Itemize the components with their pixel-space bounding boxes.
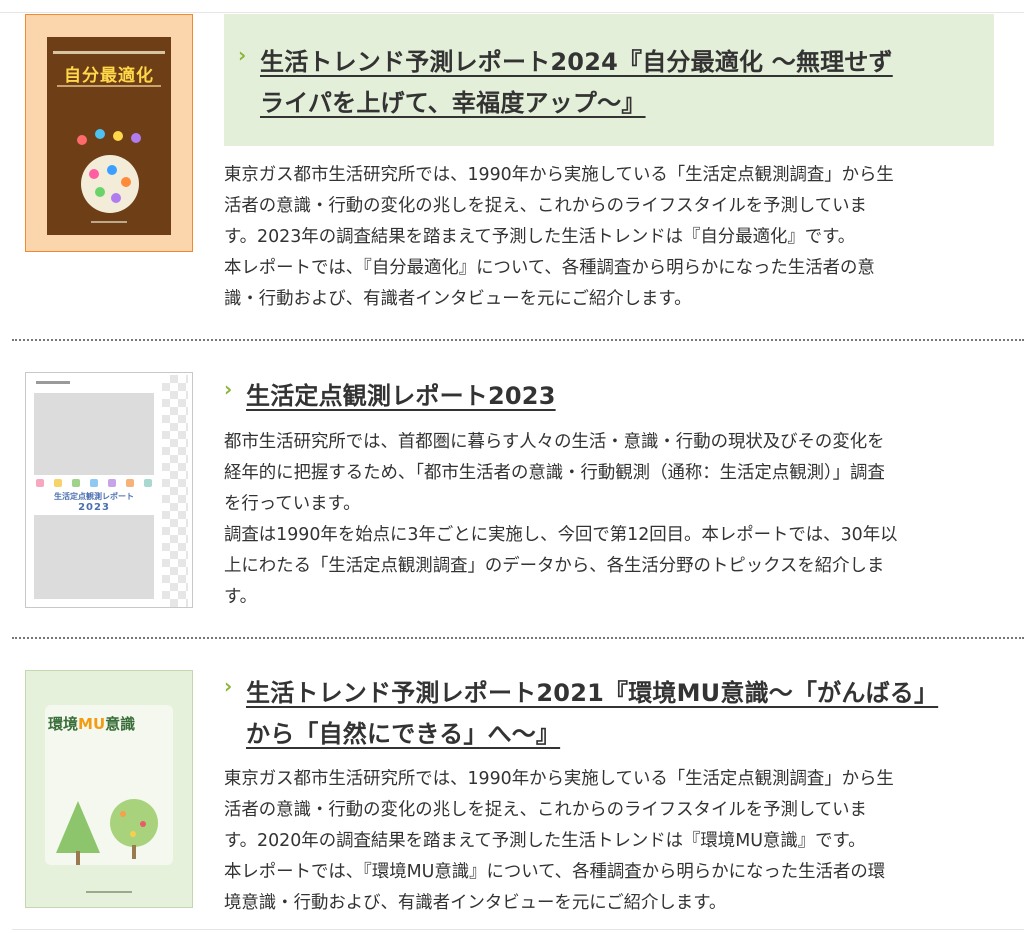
cover-label-a: 環境 bbox=[48, 715, 79, 733]
title-block: › 生活定点観測レポート2023 bbox=[224, 376, 994, 417]
report-description: 東京ガス都市生活研究所では、1990年から実施している「生活定点観測調査」から生… bbox=[224, 764, 996, 919]
cover-icon bbox=[54, 479, 62, 487]
cover-title-text: 生活定点観測レポート bbox=[54, 492, 134, 501]
report-cover-2024[interactable]: 自分最適化 bbox=[25, 14, 193, 252]
title-wrap: › 生活定点観測レポート2023 bbox=[224, 376, 994, 417]
bottom-rule bbox=[12, 929, 1024, 930]
globe-shape bbox=[107, 165, 117, 175]
report-title-link[interactable]: 生活トレンド予測レポート2024『自分最適化 〜無理せず ライパを上げて、幸福度… bbox=[260, 42, 994, 124]
cover-subline bbox=[57, 85, 161, 87]
cover-publisher bbox=[91, 221, 127, 223]
desc-line: す。 bbox=[224, 587, 258, 607]
cover-label-mu: MU bbox=[78, 715, 106, 733]
desc-line: 調査は1990年を始点に3年ごとに実施し、今回で第12回目。本レポートでは、30… bbox=[224, 525, 898, 545]
title-line-1[interactable]: 生活定点観測レポート2023 bbox=[246, 382, 556, 410]
cover-icon-row bbox=[36, 479, 152, 489]
globe-shape bbox=[121, 177, 131, 187]
desc-line: 上にわたる「生活定点観測調査」のデータから、各生活分野のトピックスを紹介しま bbox=[224, 556, 885, 576]
cover-figure-dot bbox=[95, 129, 105, 139]
title-line-1[interactable]: 生活トレンド予測レポート2024『自分最適化 〜無理せず bbox=[260, 48, 893, 76]
cover-icon bbox=[126, 479, 134, 487]
report-cover-2023[interactable]: 生活定点観測レポート 2023 bbox=[25, 372, 193, 608]
cover-icon bbox=[72, 479, 80, 487]
dotted-divider bbox=[12, 339, 1024, 341]
cover-icon bbox=[90, 479, 98, 487]
globe-shape bbox=[95, 187, 105, 197]
chevron-right-icon: › bbox=[224, 377, 233, 401]
desc-line: 活者の意識・行動の変化の兆しを捉え、これからのライフスタイルを予測していま bbox=[224, 196, 867, 216]
cover-title: 生活定点観測レポート 2023 bbox=[34, 491, 154, 513]
title-block: › 生活トレンド予測レポート2021『環境MU意識〜「がんばる」 から「自然にで… bbox=[224, 673, 994, 755]
cover-figure-dot bbox=[77, 135, 87, 145]
report-title-link[interactable]: 生活定点観測レポート2023 bbox=[246, 376, 994, 417]
cover-icon bbox=[144, 479, 152, 487]
cover-figure-dot bbox=[113, 131, 123, 141]
title-wrap: › 生活トレンド予測レポート2024『自分最適化 〜無理せず ライパを上げて、幸… bbox=[238, 42, 994, 124]
top-rule bbox=[0, 12, 1024, 13]
cover-kicker-bar bbox=[53, 51, 165, 54]
desc-line: を行っています。 bbox=[224, 494, 361, 514]
desc-line: 識・行動および、有識者インタビューを元にご紹介します。 bbox=[224, 289, 692, 309]
dotted-divider bbox=[12, 637, 1024, 639]
desc-line: 本レポートでは、『自分最適化』について、各種調査から明らかになった生活者の意 bbox=[224, 258, 875, 278]
cover-placeholder-bottom bbox=[34, 515, 154, 599]
chevron-right-icon: › bbox=[238, 43, 247, 67]
cover-tree-trunk bbox=[132, 845, 136, 859]
cover-tree-left bbox=[56, 801, 100, 853]
desc-line: 東京ガス都市生活研究所では、1990年から実施している「生活定点観測調査」から生 bbox=[224, 769, 894, 789]
cover-globe bbox=[81, 155, 139, 213]
cover-checker-pattern bbox=[162, 375, 188, 607]
cover-inner-panel: 自分最適化 bbox=[47, 37, 171, 235]
title-line-2[interactable]: から「自然にできる」へ〜』 bbox=[246, 720, 560, 748]
report-title-link[interactable]: 生活トレンド予測レポート2021『環境MU意識〜「がんばる」 から「自然にできる… bbox=[246, 673, 994, 755]
cover-header-mark bbox=[36, 381, 70, 384]
title-line-1[interactable]: 生活トレンド予測レポート2021『環境MU意識〜「がんばる」 bbox=[246, 679, 938, 707]
report-description: 都市生活研究所では、首都圏に暮らす人々の生活・意識・行動の現状及びその変化を 経… bbox=[224, 427, 996, 613]
cover-tree-trunk bbox=[76, 851, 80, 865]
desc-line: 本レポートでは、『環境MU意識』について、各種調査から明らかになった生活者の環 bbox=[224, 862, 886, 882]
report-description: 東京ガス都市生活研究所では、1990年から実施している「生活定点観測調査」から生… bbox=[224, 160, 996, 315]
cover-figure-dot bbox=[131, 133, 141, 143]
desc-line: 東京ガス都市生活研究所では、1990年から実施している「生活定点観測調査」から生 bbox=[224, 165, 894, 185]
cover-main-label: 自分最適化 bbox=[64, 66, 154, 86]
desc-line: す。2023年の調査結果を踏まえて予測した生活トレンドは『自分最適化』です。 bbox=[224, 227, 856, 247]
cover-fruit bbox=[140, 821, 146, 827]
globe-shape bbox=[89, 169, 99, 179]
cover-placeholder-top bbox=[34, 393, 154, 475]
cover-publisher bbox=[86, 891, 132, 893]
report-cover-2021[interactable]: 環境MU意識 bbox=[25, 670, 193, 908]
title-line-2[interactable]: ライパを上げて、幸福度アップ〜』 bbox=[260, 89, 646, 117]
desc-line: す。2020年の調査結果を踏まえて予測した生活トレンドは『環境MU意識』です。 bbox=[224, 831, 866, 851]
cover-main-label: 環境MU意識 bbox=[48, 713, 135, 734]
desc-line: 活者の意識・行動の変化の兆しを捉え、これからのライフスタイルを予測していま bbox=[224, 800, 867, 820]
desc-line: 都市生活研究所では、首都圏に暮らす人々の生活・意識・行動の現状及びその変化を bbox=[224, 432, 885, 452]
cover-title-year: 2023 bbox=[78, 502, 110, 513]
cover-label-b: 意識 bbox=[105, 715, 136, 733]
cover-tree-right bbox=[110, 799, 158, 847]
desc-line: 境意識・行動および、有識者インタビューを元にご紹介します。 bbox=[224, 893, 727, 913]
globe-shape bbox=[111, 193, 121, 203]
cover-icon bbox=[108, 479, 116, 487]
title-highlight-box: › 生活トレンド予測レポート2024『自分最適化 〜無理せず ライパを上げて、幸… bbox=[224, 14, 994, 146]
title-wrap: › 生活トレンド予測レポート2021『環境MU意識〜「がんばる」 から「自然にで… bbox=[224, 673, 994, 755]
cover-fruit bbox=[120, 811, 126, 817]
chevron-right-icon: › bbox=[224, 674, 233, 698]
cover-fruit bbox=[130, 831, 136, 837]
desc-line: 経年的に把握するため、「都市生活者の意識・行動観測（通称：生活定点観測）」調査 bbox=[224, 463, 885, 483]
cover-icon bbox=[36, 479, 44, 487]
